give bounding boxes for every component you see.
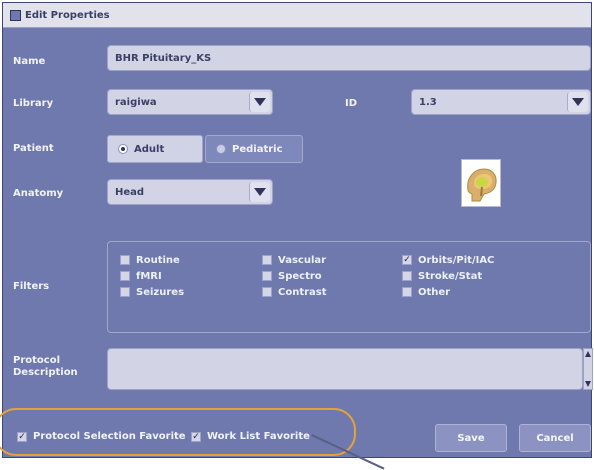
title-bar: Edit Properties	[3, 3, 591, 28]
id-value: 1.3	[419, 96, 437, 108]
radio-unselected-icon	[216, 144, 226, 154]
description-scrollbar[interactable]	[583, 348, 593, 390]
checkbox-checked-icon[interactable]: ✓	[402, 255, 412, 265]
checkbox-icon[interactable]	[120, 287, 130, 297]
filters-label: Filters	[13, 281, 50, 292]
filter-orbits-label: Orbits/Pit/IAC	[418, 254, 495, 266]
filter-fmri-label: fMRI	[136, 270, 162, 282]
cancel-button[interactable]: Cancel	[519, 424, 591, 452]
patient-adult-label: Adult	[134, 143, 165, 155]
work-list-favorite[interactable]: ✓ Work List Favorite	[191, 431, 310, 442]
chevron-down-icon[interactable]	[249, 182, 270, 202]
library-dropdown[interactable]: raigiwa	[107, 89, 273, 115]
filter-spectro-label: Spectro	[278, 270, 322, 282]
patient-adult-radio[interactable]: Adult	[107, 135, 203, 163]
patient-pediatric-radio[interactable]: Pediatric	[205, 135, 303, 163]
protocol-description-label-line2: Description	[13, 367, 78, 378]
filter-spectro[interactable]: Spectro	[262, 270, 322, 282]
filter-fmri[interactable]: fMRI	[120, 270, 162, 282]
chevron-down-icon[interactable]	[567, 92, 588, 112]
save-button[interactable]: Save	[435, 424, 507, 452]
id-label: ID	[345, 98, 358, 109]
anatomy-dropdown[interactable]: Head	[107, 179, 273, 205]
protocol-description-label-line1: Protocol	[13, 355, 61, 366]
filter-routine[interactable]: Routine	[120, 254, 180, 266]
checkbox-checked-icon[interactable]: ✓	[191, 431, 201, 442]
filters-group: Routine fMRI Seizures Vascular Spectro C…	[107, 241, 591, 333]
work-list-favorite-label: Work List Favorite	[207, 431, 310, 442]
scroll-down-icon[interactable]	[585, 381, 591, 387]
dialog-title: Edit Properties	[25, 9, 110, 21]
filter-contrast-label: Contrast	[278, 286, 327, 298]
id-dropdown[interactable]: 1.3	[411, 89, 591, 115]
filter-vascular-label: Vascular	[278, 254, 327, 266]
filter-orbits-pit-iac[interactable]: ✓ Orbits/Pit/IAC	[402, 254, 494, 266]
library-label: Library	[13, 98, 54, 109]
radio-selected-icon	[118, 144, 128, 154]
filter-contrast[interactable]: Contrast	[262, 286, 327, 298]
name-input[interactable]: BHR Pituitary_KS	[107, 45, 591, 71]
checkbox-icon[interactable]	[262, 255, 272, 265]
checkbox-icon[interactable]	[120, 271, 130, 281]
head-anatomy-icon	[461, 159, 501, 207]
checkbox-icon[interactable]	[262, 271, 272, 281]
filter-other-label: Other	[418, 286, 451, 298]
filter-other[interactable]: Other	[402, 286, 450, 298]
patient-label: Patient	[13, 143, 54, 154]
name-label: Name	[13, 56, 46, 67]
chevron-down-icon[interactable]	[249, 92, 270, 112]
checkbox-checked-icon[interactable]: ✓	[17, 431, 27, 442]
protocol-selection-favorite-label: Protocol Selection Favorite	[33, 431, 186, 442]
filter-stroke-label: Stroke/Stat	[418, 270, 483, 282]
filter-seizures-label: Seizures	[136, 286, 185, 298]
filter-vascular[interactable]: Vascular	[262, 254, 326, 266]
checkbox-icon[interactable]	[402, 271, 412, 281]
scroll-up-icon[interactable]	[585, 351, 591, 357]
patient-pediatric-label: Pediatric	[232, 143, 283, 155]
checkbox-icon[interactable]	[402, 287, 412, 297]
library-value: raigiwa	[115, 96, 157, 108]
filter-seizures[interactable]: Seizures	[120, 286, 184, 298]
name-value: BHR Pituitary_KS	[115, 52, 212, 64]
checkbox-icon[interactable]	[262, 287, 272, 297]
filter-stroke-stat[interactable]: Stroke/Stat	[402, 270, 482, 282]
anatomy-label: Anatomy	[13, 188, 64, 199]
checkbox-icon[interactable]	[120, 255, 130, 265]
window-icon	[10, 9, 21, 21]
protocol-description-input[interactable]	[107, 348, 583, 390]
filter-routine-label: Routine	[136, 254, 180, 266]
protocol-selection-favorite[interactable]: ✓ Protocol Selection Favorite	[17, 431, 186, 442]
edit-properties-dialog: Edit Properties Name BHR Pituitary_KS Li…	[2, 2, 593, 458]
anatomy-value: Head	[115, 186, 145, 198]
